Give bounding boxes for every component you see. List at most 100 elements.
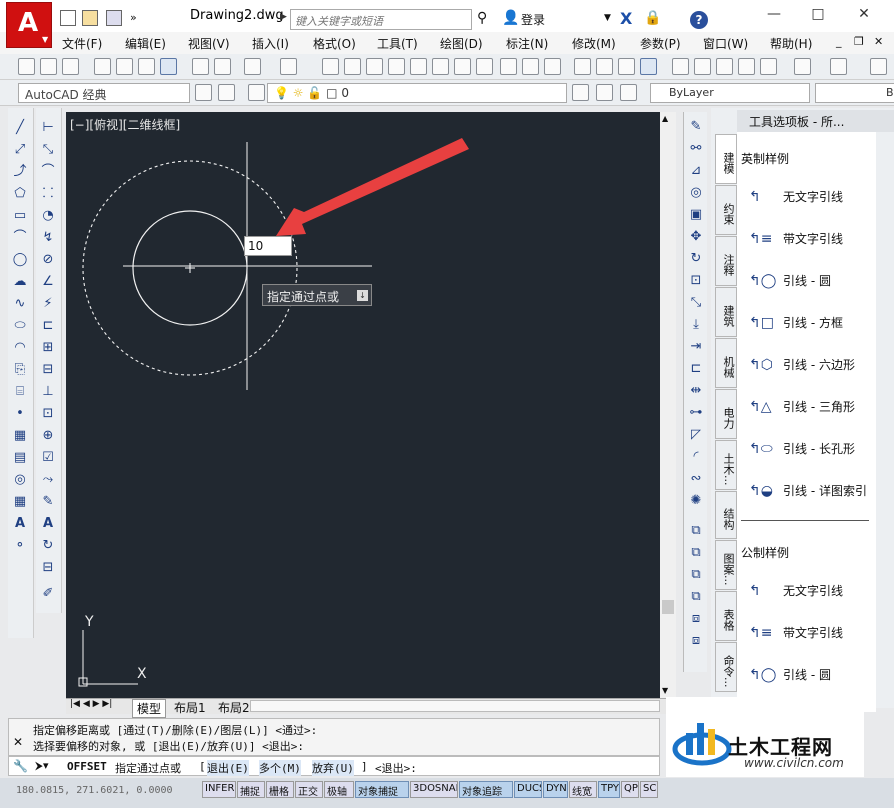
open-icon[interactable]	[40, 58, 57, 75]
help-icon[interactable]: ?	[690, 11, 708, 29]
toggle-osnap[interactable]: 对象捕捉	[355, 781, 409, 798]
tab-model[interactable]: 模型	[132, 699, 167, 718]
layer-manager-icon[interactable]	[248, 84, 265, 101]
draw-order-below-icon[interactable]: ⧉	[687, 588, 705, 606]
user-icon[interactable]: 👤	[502, 10, 519, 26]
dimstyle-control-icon[interactable]: ✐	[40, 586, 56, 602]
toggle-3dosnap[interactable]: 3DOSNAP	[410, 781, 458, 798]
tab-layout2[interactable]: 布局2	[214, 699, 254, 716]
point-icon[interactable]: •	[12, 406, 28, 422]
viewport-label[interactable]: [−][俯视][二维线框]	[70, 116, 180, 133]
option-multiple[interactable]: 多个(M)	[259, 760, 301, 776]
palette-item[interactable]: ↰≡ 带文字引线	[749, 226, 873, 252]
insert-block-icon[interactable]: ⎘	[12, 362, 28, 378]
hatch-to-back-icon[interactable]: ⧈	[687, 632, 705, 650]
search-arrow-icon[interactable]: ▶	[280, 12, 287, 22]
scroll-thumb[interactable]	[662, 600, 674, 614]
toggle-snap[interactable]: 捕捉	[237, 781, 265, 798]
drawing-canvas[interactable]	[66, 112, 660, 700]
center-mark-icon[interactable]: ⊕	[40, 428, 56, 444]
palette-item[interactable]: ↰≡ 带文字引线	[749, 620, 873, 646]
ellipse-arc-icon[interactable]: ◠	[12, 340, 28, 356]
palette-item[interactable]: ↰□ 引线 - 方框	[749, 310, 873, 336]
save-icon[interactable]	[106, 10, 122, 26]
join-icon[interactable]: ⊶	[687, 404, 705, 422]
coordinate-readout[interactable]: 180.0815, 271.6021, 0.0000	[16, 785, 173, 796]
redo-icon-2[interactable]	[830, 58, 847, 75]
scale-icon[interactable]: ⊡	[687, 272, 705, 290]
dimension-update-icon[interactable]: ↻	[40, 538, 56, 554]
palette-tab-structural[interactable]: 结构	[715, 491, 737, 539]
new-file-icon[interactable]	[60, 10, 76, 26]
3d-publish-icon-2[interactable]	[640, 58, 657, 75]
linear-dimension-icon[interactable]: ⊢	[40, 120, 56, 136]
doc-minimize-icon[interactable]: _	[836, 35, 842, 48]
binoculars-icon[interactable]: ⚲	[477, 10, 487, 26]
palette-tab-hatch[interactable]: 图案...	[715, 540, 737, 590]
arc-length-icon[interactable]: ⌒	[40, 164, 56, 180]
menu-window[interactable]: 窗口(W)	[703, 35, 748, 52]
quick-access-more-icon[interactable]: »	[130, 11, 137, 24]
toggle-dyn[interactable]: DYN	[543, 781, 568, 798]
menu-tools[interactable]: 工具(T)	[377, 35, 418, 52]
gradient-icon[interactable]: ▤	[12, 450, 28, 466]
spline-icon[interactable]: ∿	[12, 296, 28, 312]
print-icon-2[interactable]	[574, 58, 591, 75]
palette-item[interactable]: ↰ 无文字引线	[749, 578, 873, 604]
redo-icon[interactable]	[280, 58, 297, 75]
palette-tab-annotation[interactable]: 注释	[715, 236, 737, 286]
dimension-break-icon[interactable]: ⊥	[40, 384, 56, 400]
command-line[interactable]: 🔧 ⮞▾ OFFSET 指定通过点或 [ 退出(E) 多个(M) 放弃(U) ]…	[8, 756, 660, 776]
revcloud-icon[interactable]: ☁	[12, 274, 28, 290]
menu-dimension[interactable]: 标注(N)	[506, 35, 548, 52]
toggle-qp[interactable]: QP	[621, 781, 639, 798]
edit-dimension-text-icon[interactable]: A	[40, 516, 56, 532]
chamfer-icon[interactable]: ◸	[687, 426, 705, 444]
mirror-icon[interactable]: ⊿	[687, 162, 705, 180]
close-command-icon[interactable]: ✕	[13, 735, 23, 749]
make-block-icon[interactable]: ⌸	[12, 384, 28, 400]
options-down-arrow-icon[interactable]: ↓	[357, 290, 368, 301]
jogged-icon[interactable]: ↯	[40, 230, 56, 246]
open-file-icon[interactable]	[82, 10, 98, 26]
polyline-icon[interactable]: ⤴	[12, 164, 28, 180]
fillet-icon[interactable]: ◜	[687, 448, 705, 466]
new-icon-2[interactable]	[500, 58, 517, 75]
scroll-down-icon[interactable]: ▼	[662, 686, 668, 695]
toggle-ducs[interactable]: DUCS	[514, 781, 542, 798]
palette-item[interactable]: ↰ 无文字引线	[749, 184, 873, 210]
palette-item[interactable]: ↰◯ 引线 - 圆	[749, 662, 873, 688]
menu-modify[interactable]: 修改(M)	[572, 35, 616, 52]
maximize-button[interactable]: □	[804, 6, 832, 26]
break-at-point-icon[interactable]: ⊏	[687, 360, 705, 378]
continue-icon[interactable]: ⊞	[40, 340, 56, 356]
pan-icon-2[interactable]	[870, 58, 887, 75]
close-button[interactable]: ✕	[850, 6, 878, 26]
layer-select[interactable]: 💡 ☼ 🔓 □ 0	[267, 83, 567, 103]
stretch-icon[interactable]: ⤡	[687, 294, 705, 312]
polygon-icon[interactable]: ⬠	[12, 186, 28, 202]
tolerance-icon[interactable]: ⊡	[40, 406, 56, 422]
dynamic-input-field[interactable]: 10	[244, 236, 292, 256]
hatch-icon[interactable]: ▦	[12, 428, 28, 444]
undo-icon[interactable]	[244, 58, 261, 75]
publish-icon[interactable]	[138, 58, 155, 75]
palette-tab-electrical[interactable]: 电力	[715, 389, 737, 439]
login-button[interactable]: 登录	[521, 11, 545, 28]
palette-tab-architectural[interactable]: 建筑	[715, 287, 737, 337]
draw-order-back-icon[interactable]: ⧉	[687, 544, 705, 562]
toggle-tpy[interactable]: TPY	[598, 781, 620, 798]
ellipse-icon[interactable]: ⬭	[12, 318, 28, 334]
jogged-linear-icon[interactable]: ⤳	[40, 472, 56, 488]
menu-insert[interactable]: 插入(I)	[252, 35, 289, 52]
block-editor-icon[interactable]	[214, 58, 231, 75]
text-to-front-icon[interactable]: ⧈	[687, 610, 705, 628]
paste-icon[interactable]	[716, 58, 733, 75]
array-icon[interactable]: ▣	[687, 206, 705, 224]
undo-icon-2[interactable]	[794, 58, 811, 75]
workspace-select[interactable]: AutoCAD 经典	[18, 83, 190, 103]
explode-icon[interactable]: ✺	[687, 492, 705, 510]
3d-publish-icon[interactable]	[160, 58, 177, 75]
markup-icon[interactable]	[432, 58, 449, 75]
minimize-button[interactable]: —	[760, 6, 788, 26]
